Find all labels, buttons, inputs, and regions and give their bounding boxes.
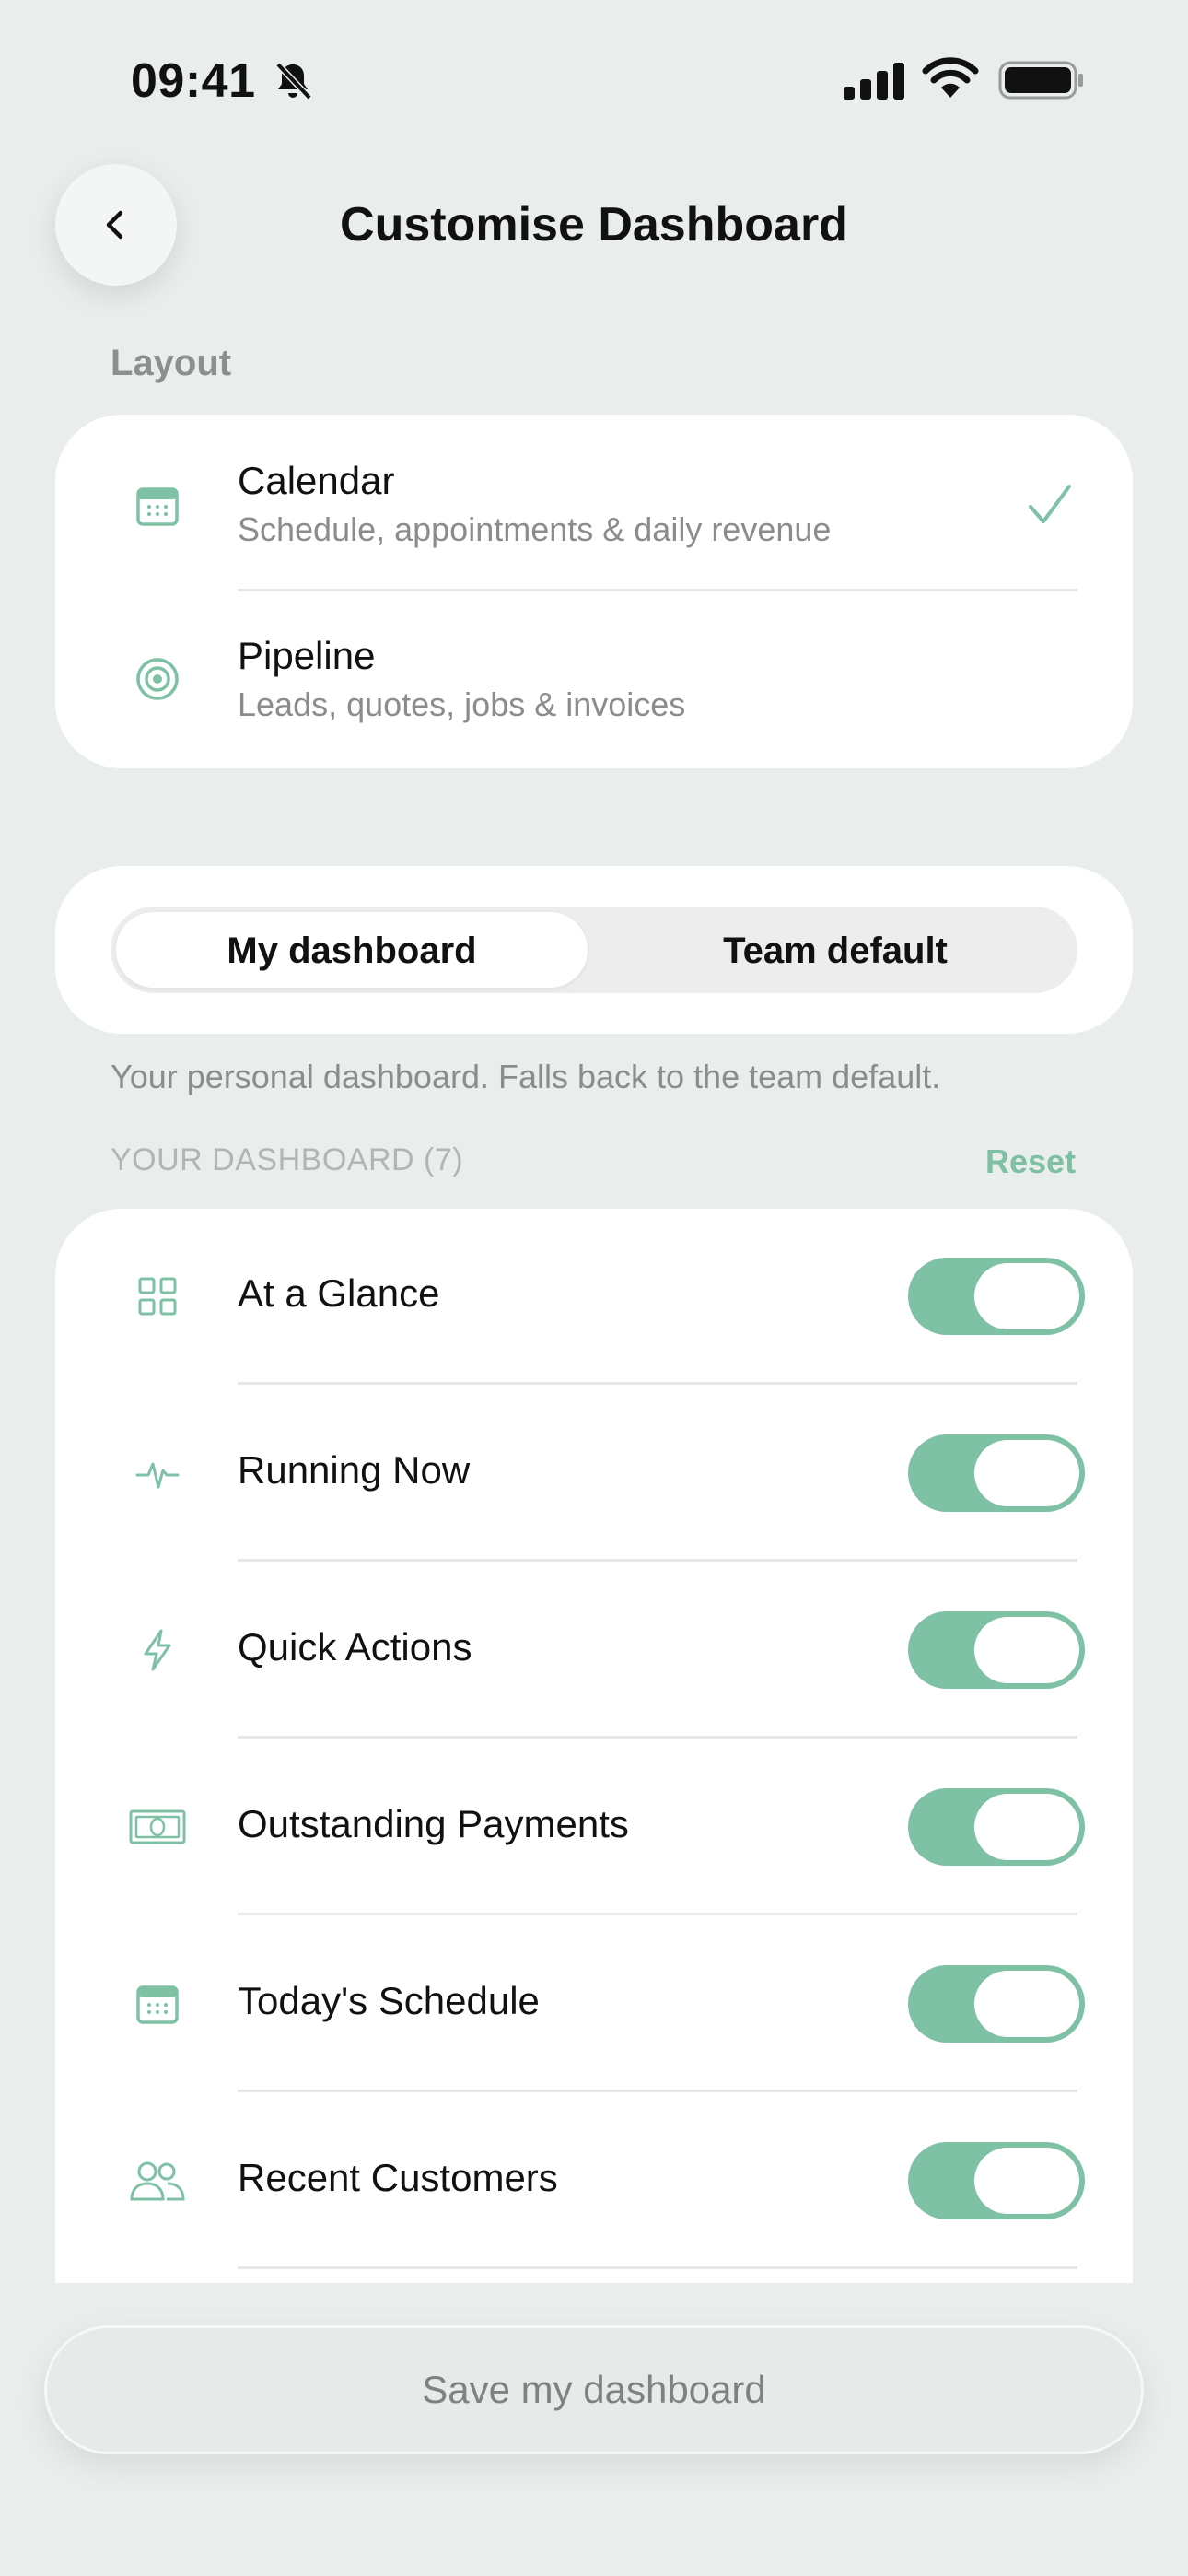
widget-label: At a Glance (238, 1271, 440, 1315)
lightning-icon (144, 1629, 171, 1671)
widget-row-outstanding-payments: Outstanding Payments (55, 1739, 1133, 1914)
divider (238, 1382, 1077, 1385)
banknote-icon (129, 1809, 186, 1844)
widget-toggle[interactable] (908, 1965, 1085, 2043)
widget-label: Today's Schedule (238, 1979, 540, 2022)
segment-team-default[interactable]: Team default (599, 931, 1072, 972)
widget-toggle[interactable] (908, 1258, 1085, 1335)
divider (238, 2090, 1077, 2092)
divider (238, 589, 1077, 591)
layout-option-subtitle: Schedule, appointments & daily revenue (238, 510, 832, 548)
widget-label: Recent Customers (238, 2156, 558, 2199)
wifi-icon (922, 57, 979, 98)
divider (238, 2266, 1077, 2269)
divider (238, 1913, 1077, 1915)
checkmark-icon (1029, 485, 1071, 523)
bell-muted-icon (275, 62, 312, 100)
widget-label: Quick Actions (238, 1625, 472, 1669)
page-title: Customise Dashboard (340, 198, 848, 252)
users-icon (130, 2161, 185, 2201)
layout-option-title: Pipeline (238, 634, 376, 677)
helper-text: Your personal dashboard. Falls back to t… (111, 1058, 941, 1095)
save-dashboard-button[interactable]: Save my dashboard (44, 2325, 1144, 2454)
widget-row-running-now: Running Now (55, 1386, 1133, 1561)
layout-section-label: Layout (111, 343, 232, 383)
widgets-heading: YOUR DASHBOARD (7) (111, 1142, 464, 1177)
widget-row-at-a-glance: At a Glance (55, 1209, 1133, 1384)
widget-toggle[interactable] (908, 1434, 1085, 1512)
widget-toggle[interactable] (908, 2142, 1085, 2219)
grid-icon (138, 1277, 177, 1316)
divider (238, 1559, 1077, 1562)
widget-toggle[interactable] (908, 1611, 1085, 1689)
widget-label: Running Now (238, 1448, 471, 1492)
battery-icon (998, 61, 1083, 100)
status-time: 09:41 (131, 54, 256, 108)
divider (238, 1736, 1077, 1739)
layout-option-calendar[interactable]: Calendar Schedule, appointments & daily … (55, 424, 1133, 590)
calendar-icon (136, 487, 179, 526)
segment-my-dashboard[interactable]: My dashboard (116, 931, 588, 972)
widget-label: Outstanding Payments (238, 1802, 629, 1845)
reset-button[interactable]: Reset (985, 1142, 1076, 1181)
cellular-signal-icon (844, 63, 904, 100)
target-icon (136, 658, 179, 700)
layout-option-title: Calendar (238, 459, 395, 502)
calendar-icon (136, 1985, 179, 2024)
layout-option-pipeline[interactable]: Pipeline Leads, quotes, jobs & invoices (55, 595, 1133, 761)
widget-row-recent-customers: Recent Customers (55, 2093, 1133, 2268)
widget-row-quick-actions: Quick Actions (55, 1563, 1133, 1738)
layout-option-subtitle: Leads, quotes, jobs & invoices (238, 685, 686, 723)
widget-toggle[interactable] (908, 1788, 1085, 1866)
pulse-icon (135, 1462, 180, 1489)
widget-row-todays-schedule: Today's Schedule (55, 1916, 1133, 2091)
